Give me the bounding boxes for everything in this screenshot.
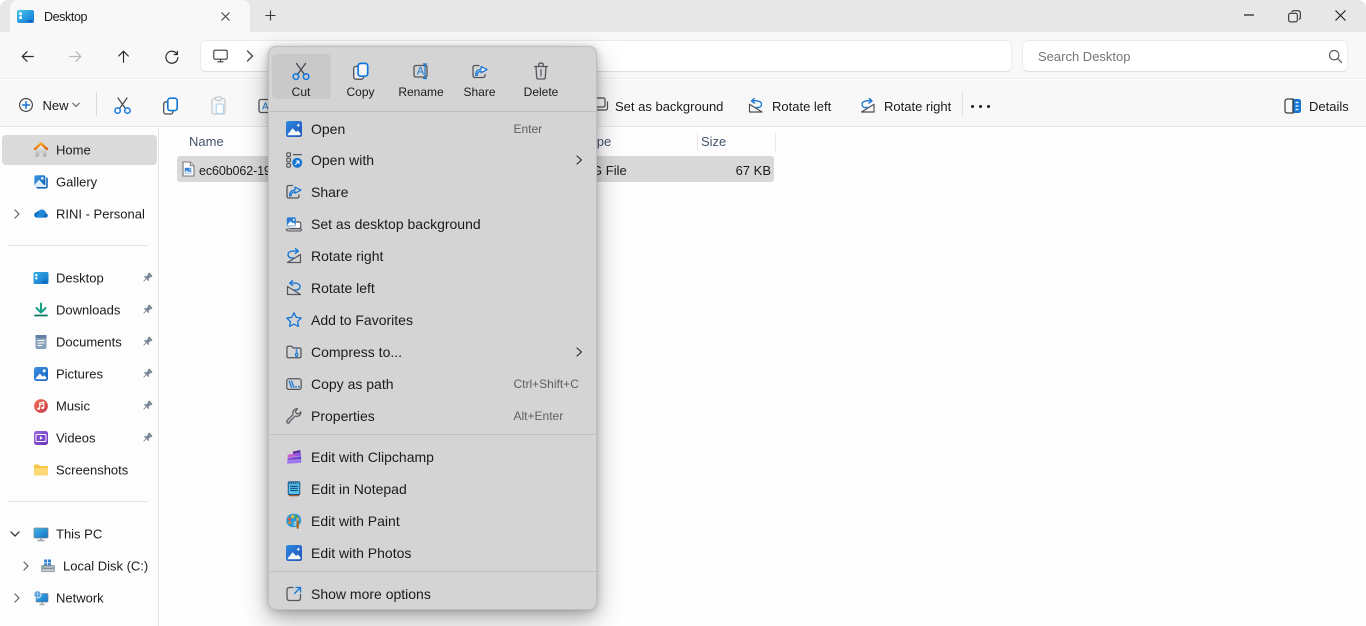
- svg-text:A: A: [417, 65, 425, 77]
